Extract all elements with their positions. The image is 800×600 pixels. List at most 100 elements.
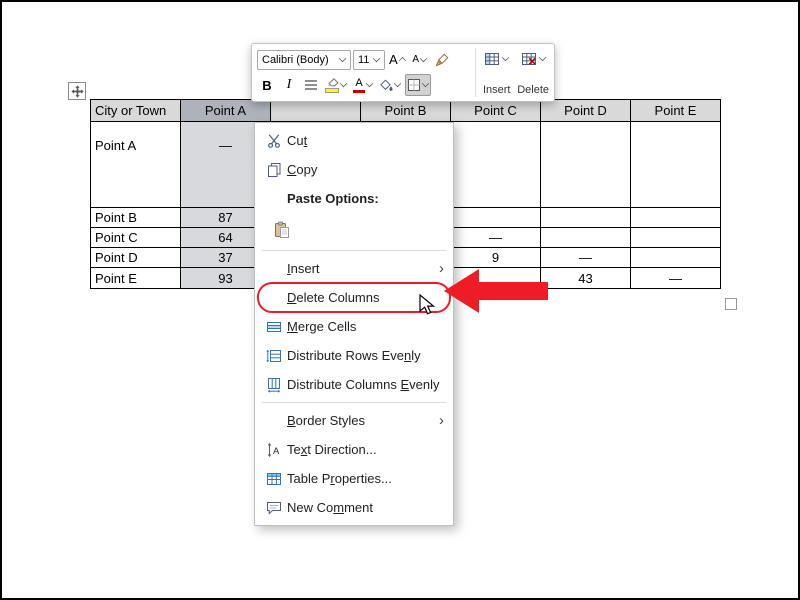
table-move-handle[interactable] — [68, 82, 86, 100]
table-cell[interactable] — [631, 228, 721, 248]
table-cell[interactable] — [631, 208, 721, 228]
red-arrow — [443, 268, 549, 315]
table-cell[interactable]: — — [451, 228, 541, 248]
toolbar-separator — [475, 48, 476, 97]
insert-label: Insert — [483, 83, 511, 98]
column-header[interactable]: Point A — [181, 100, 271, 122]
paste-icon — [273, 221, 291, 239]
menu-item-distribute-columns[interactable]: Distribute Columns Evenly — [255, 370, 453, 399]
font-name-value: Calibri (Body) — [262, 54, 329, 66]
grow-font-icon: A — [389, 53, 398, 66]
distribute-rows-icon — [266, 348, 282, 364]
scissors-icon — [266, 133, 282, 149]
menu-item-label: Merge Cells — [287, 319, 444, 334]
menu-item-label: Paste Options: — [287, 191, 444, 206]
menu-item-text-direction[interactable]: A Text Direction... — [255, 435, 453, 464]
insert-group: Insert — [482, 47, 511, 98]
move-arrows-icon — [71, 85, 84, 98]
text-direction-icon: A — [266, 442, 282, 458]
delete-table-icon — [521, 52, 537, 66]
menu-item-label: Insert — [287, 261, 439, 276]
insert-table-button[interactable] — [482, 47, 511, 71]
italic-icon: I — [287, 77, 292, 93]
table-cell[interactable] — [541, 208, 631, 228]
chevron-down-icon — [538, 54, 545, 61]
mini-toolbar: Calibri (Body) 11 A A — [251, 43, 555, 102]
chevron-down-icon — [502, 54, 509, 61]
toolbar-row-2: B I — [257, 73, 472, 99]
chevron-down-icon — [422, 80, 429, 87]
column-header[interactable]: Point E — [631, 100, 721, 122]
menu-item-label: New Comment — [287, 500, 444, 515]
table-cell[interactable] — [451, 208, 541, 228]
table-cell[interactable] — [541, 228, 631, 248]
chevron-down-icon — [420, 55, 427, 62]
menu-item-new-comment[interactable]: New Comment — [255, 493, 453, 522]
table-cell[interactable] — [631, 122, 721, 208]
shrink-font-button[interactable]: A — [410, 49, 430, 71]
table-resize-handle[interactable] — [725, 298, 737, 310]
table-cell[interactable]: — — [631, 268, 721, 289]
font-color-button[interactable]: A — [351, 74, 375, 96]
menu-item-copy[interactable]: Copy — [255, 155, 453, 184]
delete-table-button[interactable] — [519, 47, 548, 71]
submenu-chevron-icon: › — [439, 413, 444, 428]
grow-font-button[interactable]: A — [387, 49, 408, 71]
shading-button[interactable] — [377, 74, 403, 96]
merge-cells-icon — [266, 319, 282, 335]
menu-item-label: Border Styles — [287, 413, 439, 428]
font-size-select[interactable]: 11 — [353, 50, 385, 70]
table-cell[interactable]: 43 — [541, 268, 631, 289]
distribute-columns-icon — [266, 377, 282, 393]
format-painter-button[interactable] — [432, 49, 452, 71]
list-button[interactable] — [301, 74, 321, 96]
format-painter-icon — [435, 53, 449, 67]
menu-item-label: Distribute Columns Evenly — [287, 377, 444, 392]
table-cell[interactable] — [541, 122, 631, 208]
highlight-color-button[interactable] — [323, 74, 349, 96]
table-cell[interactable] — [451, 122, 541, 208]
bold-icon: B — [262, 78, 271, 93]
menu-item-table-properties[interactable]: Table Properties... — [255, 464, 453, 493]
mouse-cursor — [419, 294, 437, 316]
menu-item-cut[interactable]: Cut — [255, 126, 453, 155]
word-document-area: City or TownPoint APoint BPoint CPoint D… — [0, 0, 800, 600]
row-header[interactable]: Point A — [91, 122, 181, 208]
highlighter-icon — [325, 78, 339, 94]
column-header[interactable] — [271, 100, 361, 122]
borders-button[interactable] — [405, 74, 431, 96]
column-header[interactable]: Point C — [451, 100, 541, 122]
table-cell[interactable] — [631, 248, 721, 268]
menu-separator — [262, 402, 446, 403]
shrink-font-icon: A — [412, 55, 419, 65]
menu-item-merge-cells[interactable]: Merge Cells — [255, 312, 453, 341]
menu-item-paste[interactable] — [255, 213, 453, 247]
table-cell[interactable]: — — [541, 248, 631, 268]
row-header[interactable]: Point D — [91, 248, 181, 268]
italic-button[interactable]: I — [279, 74, 299, 96]
list-icon — [304, 79, 318, 91]
table-header-row: City or TownPoint A Point BPoint CPoint D… — [91, 100, 721, 122]
table-context-menu: CutCopyPaste Options:Insert›Delete Colum… — [254, 122, 454, 526]
delete-label: Delete — [517, 83, 549, 98]
menu-separator — [262, 250, 446, 251]
menu-item-insert[interactable]: Insert› — [255, 254, 453, 283]
bold-button[interactable]: B — [257, 74, 277, 96]
chevron-down-icon — [394, 80, 401, 87]
table-cell[interactable]: 9 — [451, 248, 541, 268]
row-header[interactable]: Point C — [91, 228, 181, 248]
menu-item-distribute-rows[interactable]: Distribute Rows Evenly — [255, 341, 453, 370]
insert-table-icon — [484, 52, 500, 66]
row-header[interactable]: Point E — [91, 268, 181, 289]
row-header[interactable]: Point B — [91, 208, 181, 228]
menu-item-border-styles[interactable]: Border Styles› — [255, 406, 453, 435]
chevron-down-icon — [339, 55, 346, 62]
font-name-select[interactable]: Calibri (Body) — [257, 50, 351, 70]
shading-icon — [379, 79, 393, 92]
column-header[interactable]: Point D — [541, 100, 631, 122]
column-header[interactable]: City or Town — [91, 100, 181, 122]
menu-item-label: Text Direction... — [287, 442, 444, 457]
column-header[interactable]: Point B — [361, 100, 451, 122]
borders-icon — [407, 78, 421, 92]
toolbar-row-1: Calibri (Body) 11 A A — [257, 47, 472, 73]
